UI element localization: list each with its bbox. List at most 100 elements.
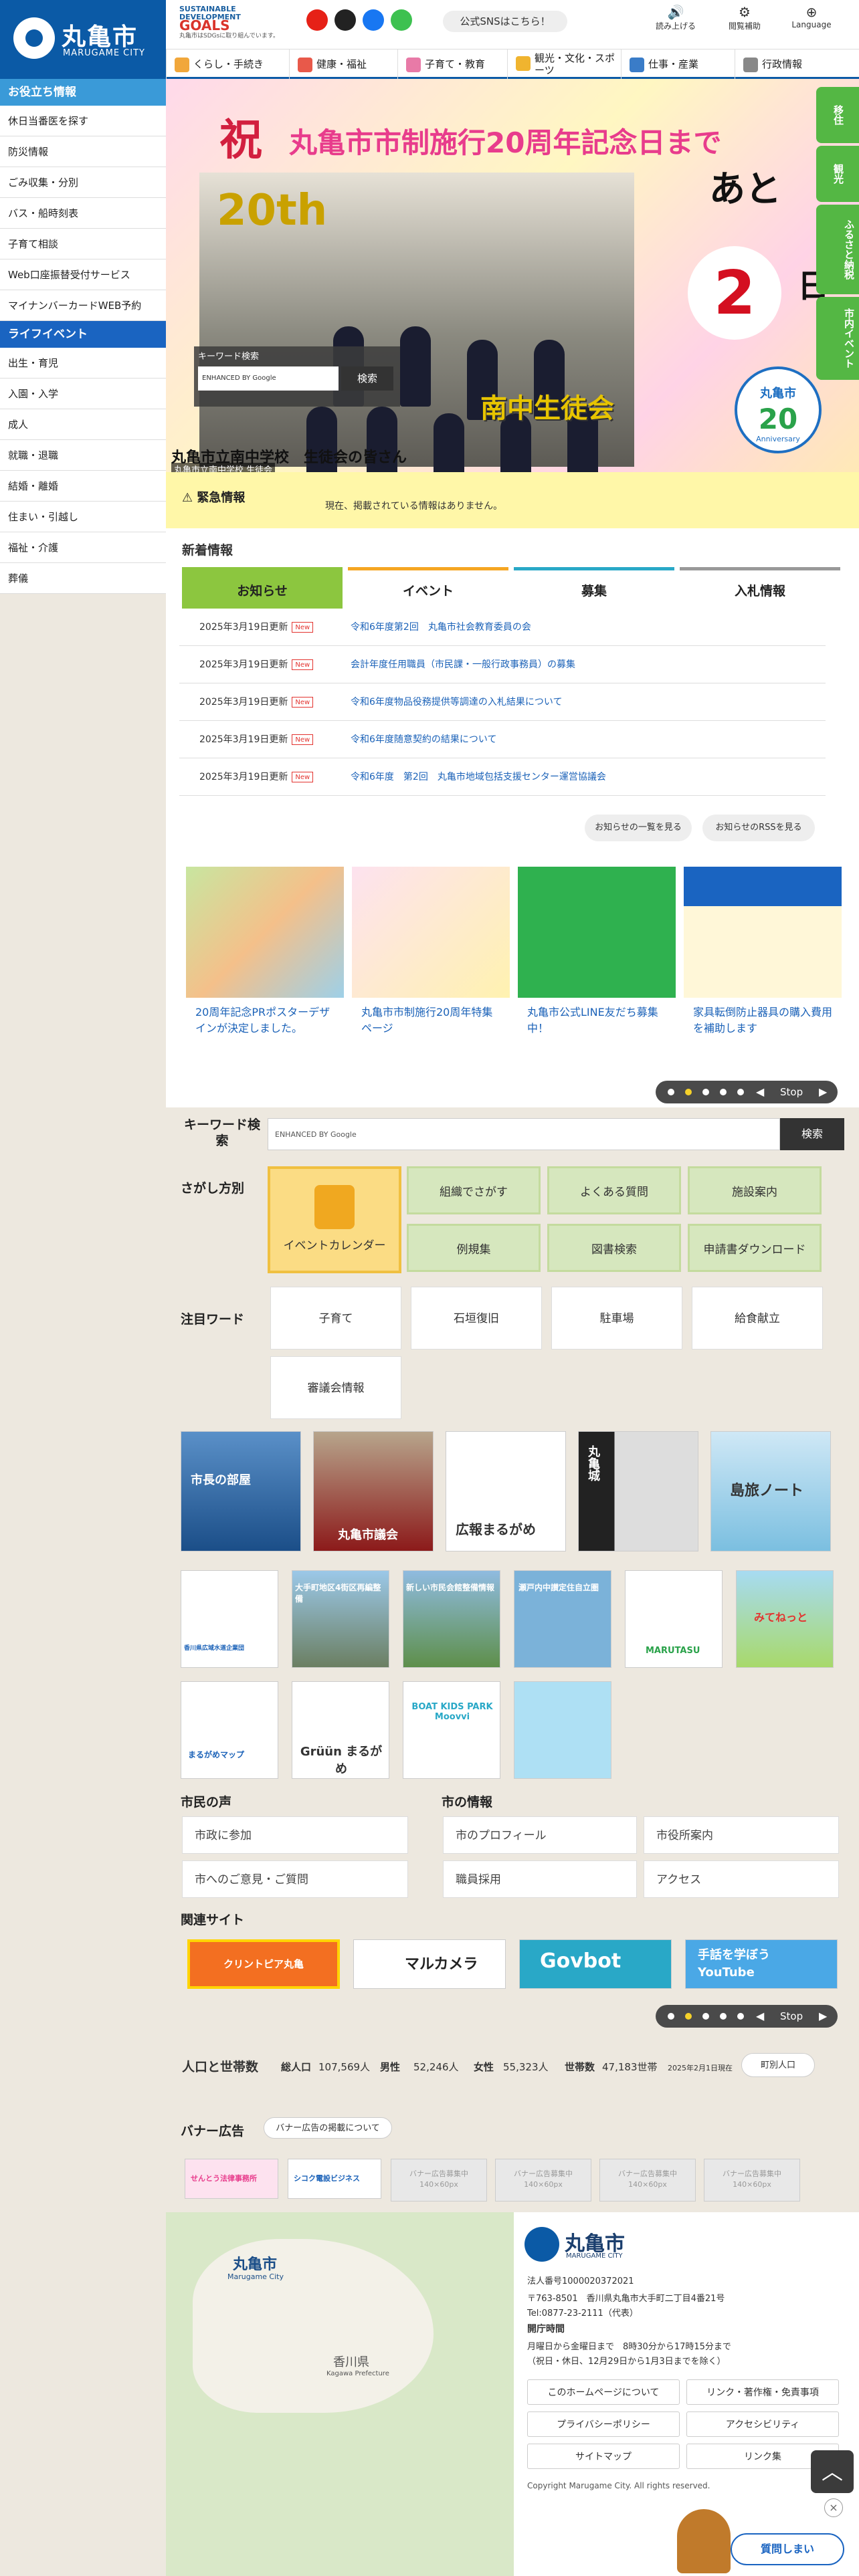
news-item[interactable]: 2025年3月19日更新 New 令和6年度物品役務提供等調達の入札結果について xyxy=(179,683,826,721)
gnav-gyosei[interactable]: 行政情報 xyxy=(735,49,859,79)
chumoku-item[interactable]: 審議会情報 xyxy=(270,1356,401,1419)
slide-dot[interactable] xyxy=(668,1089,674,1095)
tab-nyusatsu[interactable]: 入札情報 xyxy=(680,567,840,609)
sidebar-item[interactable]: 就職・退職 xyxy=(0,440,166,471)
tab-iju[interactable]: 移住 xyxy=(816,87,859,143)
sidebar-item[interactable]: ごみ収集・分別 xyxy=(0,167,166,198)
shi-info-link[interactable]: 市のプロフィール xyxy=(443,1816,637,1854)
banner-small[interactable]: MARUTASU xyxy=(625,1570,723,1668)
tab-event[interactable]: イベント xyxy=(348,567,508,609)
banner-castle[interactable]: 丸亀城 xyxy=(578,1431,698,1551)
news-item[interactable]: 2025年3月19日更新 New 会計年度任用職員（市民課・一般行政事務員）の募集 xyxy=(179,646,826,683)
town-population-button[interactable]: 町別人口 xyxy=(741,2053,815,2077)
news-title[interactable]: 会計年度任用職員（市民課・一般行政事務員）の募集 xyxy=(351,646,575,683)
shi-info-link[interactable]: 職員採用 xyxy=(443,1860,637,1898)
slide-dot[interactable] xyxy=(685,2013,692,2020)
news-title[interactable]: 令和6年度 第2回 丸亀市地域包括支援センター運営協議会 xyxy=(351,758,606,796)
accessibility-button[interactable]: ⚙ 閲覧補助 xyxy=(721,4,768,31)
slide-dot[interactable] xyxy=(668,2013,674,2020)
banner-small[interactable] xyxy=(514,1681,611,1779)
sns-button[interactable]: 公式SNSはこちら！ xyxy=(443,11,567,32)
chumoku-item[interactable]: 石垣復旧 xyxy=(411,1287,542,1350)
news-item[interactable]: 2025年3月19日更新 New 令和6年度 第2回 丸亀市地域包括支援センター運営… xyxy=(179,758,826,796)
tab-event[interactable]: 市内イベント xyxy=(816,297,859,380)
slide-dot[interactable] xyxy=(737,2013,744,2020)
chatbot-button[interactable]: 質問しまい xyxy=(731,2533,844,2565)
sidebar-item[interactable]: 防災情報 xyxy=(0,136,166,167)
related-link[interactable]: 手話を学ぼう YouTube xyxy=(685,1939,838,1989)
slide-dot[interactable] xyxy=(685,1089,692,1095)
ad-slot-empty[interactable]: バナー広告募集中 140×60px xyxy=(495,2159,591,2202)
sagashi-item[interactable]: 施設案内 xyxy=(688,1166,822,1214)
language-button[interactable]: ⊕ Language xyxy=(788,4,835,29)
news-title[interactable]: 令和6年度第2回 丸亀市社会教育委員の会 xyxy=(351,609,531,646)
pickup-card[interactable]: 20周年記念PRポスターデザインが決定しました。 xyxy=(186,867,344,1054)
banner-small[interactable]: 大手町地区4街区再編整備 xyxy=(292,1570,389,1668)
banner-small[interactable]: BOAT KIDS PARK Moovvi xyxy=(403,1681,500,1779)
slide-dot[interactable] xyxy=(720,2013,727,2020)
footer-link[interactable]: アクセシビリティ xyxy=(686,2411,839,2437)
hero-slider[interactable]: 祝 丸亀市市制施行20周年記念日まで 20th 南中生徒会 あと 2 日 丸亀市… xyxy=(166,79,859,472)
ad-slot-empty[interactable]: バナー広告募集中 140×60px xyxy=(391,2159,487,2202)
slide-dot[interactable] xyxy=(720,1089,727,1095)
sdgs-logo[interactable]: SUSTAINABLE DEVELOPMENT GOALS 丸亀市はSDGsに取… xyxy=(179,5,293,40)
ad-slot-empty[interactable]: バナー広告募集中 140×60px xyxy=(704,2159,800,2202)
next-arrow-icon[interactable]: ▶ xyxy=(819,2005,827,2028)
banner-koho[interactable]: 広報まるがめ xyxy=(446,1431,566,1551)
shi-info-link[interactable]: 市役所案内 xyxy=(644,1816,839,1854)
sidebar-item[interactable]: 成人 xyxy=(0,409,166,440)
banner-small[interactable]: Grüün まるがめ xyxy=(292,1681,389,1779)
banner-small[interactable]: 新しい市民会館整備情報 xyxy=(403,1570,500,1668)
shi-info-link[interactable]: アクセス xyxy=(644,1860,839,1898)
footer-link[interactable]: サイトマップ xyxy=(527,2444,680,2469)
facebook-icon[interactable] xyxy=(363,9,384,31)
slider-stop-button[interactable]: Stop xyxy=(780,1081,803,1103)
shimin-link[interactable]: 市へのご意見・ご質問 xyxy=(182,1860,408,1898)
tab-oshirase[interactable]: お知らせ xyxy=(182,567,343,609)
sidebar-item[interactable]: 入園・入学 xyxy=(0,379,166,409)
slide-dot[interactable] xyxy=(737,1089,744,1095)
sidebar-item[interactable]: バス・船時刻表 xyxy=(0,198,166,229)
sidebar-item[interactable]: 休日当番医を探す xyxy=(0,106,166,136)
ad-banner[interactable]: せんとう法律事務所 xyxy=(185,2159,278,2199)
shimin-link[interactable]: 市政に参加 xyxy=(182,1816,408,1854)
sagashi-item[interactable]: よくある質問 xyxy=(547,1166,681,1214)
pickup-card[interactable]: 丸亀市市制施行20周年特集ページ xyxy=(352,867,510,1054)
pickup-card[interactable]: 家具転倒防止器具の購入費用を補助します xyxy=(684,867,842,1054)
tab-furusato[interactable]: ふるさと納税 xyxy=(816,205,859,294)
banner-small[interactable]: まるがめマップ xyxy=(181,1681,278,1779)
slide-dot[interactable] xyxy=(702,1089,709,1095)
sidebar-item[interactable]: Web口座振替受付サービス xyxy=(0,259,166,290)
related-link[interactable]: マルカメラ xyxy=(353,1939,506,1989)
banner-small[interactable]: みてねっと xyxy=(736,1570,834,1668)
keyword-search-input[interactable]: ENHANCED BY Google xyxy=(268,1118,780,1150)
hero-search-input[interactable]: ENHANCED BY Google xyxy=(198,366,339,391)
sidebar-item[interactable]: 福祉・介護 xyxy=(0,532,166,563)
news-item[interactable]: 2025年3月19日更新 New 令和6年度第2回 丸亀市社会教育委員の会 xyxy=(179,609,826,646)
ad-banner[interactable]: シコク電設ビジネス xyxy=(288,2159,381,2199)
sidebar-item[interactable]: マイナンバーカードWEB予約 xyxy=(0,290,166,321)
sagashi-item[interactable]: 図書検索 xyxy=(547,1224,681,1272)
next-arrow-icon[interactable]: ▶ xyxy=(819,1081,827,1103)
event-calendar-button[interactable]: イベントカレンダー xyxy=(268,1166,401,1273)
keyword-search-button[interactable]: 検索 xyxy=(780,1118,844,1150)
sidebar-item[interactable]: 子育て相談 xyxy=(0,229,166,259)
ads-about-button[interactable]: バナー広告の掲載について xyxy=(264,2117,392,2139)
banner-gikai[interactable]: 丸亀市議会 xyxy=(313,1431,434,1551)
instagram-icon[interactable] xyxy=(335,9,356,31)
slide-dot[interactable] xyxy=(702,2013,709,2020)
gnav-kosodate[interactable]: 子育て・教育 xyxy=(397,49,507,79)
news-title[interactable]: 令和6年度物品役務提供等調達の入札結果について xyxy=(351,683,563,721)
chumoku-item[interactable]: 駐車場 xyxy=(551,1287,682,1350)
line-icon[interactable] xyxy=(391,9,412,31)
news-item[interactable]: 2025年3月19日更新 New 令和6年度随意契約の結果について xyxy=(179,721,826,758)
close-icon[interactable]: × xyxy=(824,2498,843,2517)
footer-link[interactable]: プライバシーポリシー xyxy=(527,2411,680,2437)
chumoku-item[interactable]: 給食献立 xyxy=(692,1287,823,1350)
sidebar-item[interactable]: 出生・育児 xyxy=(0,348,166,379)
sidebar-item[interactable]: 住まい・引越し xyxy=(0,502,166,532)
back-to-top-button[interactable]: ︿ xyxy=(811,2450,854,2493)
footer-link[interactable]: リンク・著作権・免責事項 xyxy=(686,2379,839,2405)
sagashi-item[interactable]: 例規集 xyxy=(407,1224,541,1272)
gnav-kenko[interactable]: 健康・福祉 xyxy=(289,49,397,79)
